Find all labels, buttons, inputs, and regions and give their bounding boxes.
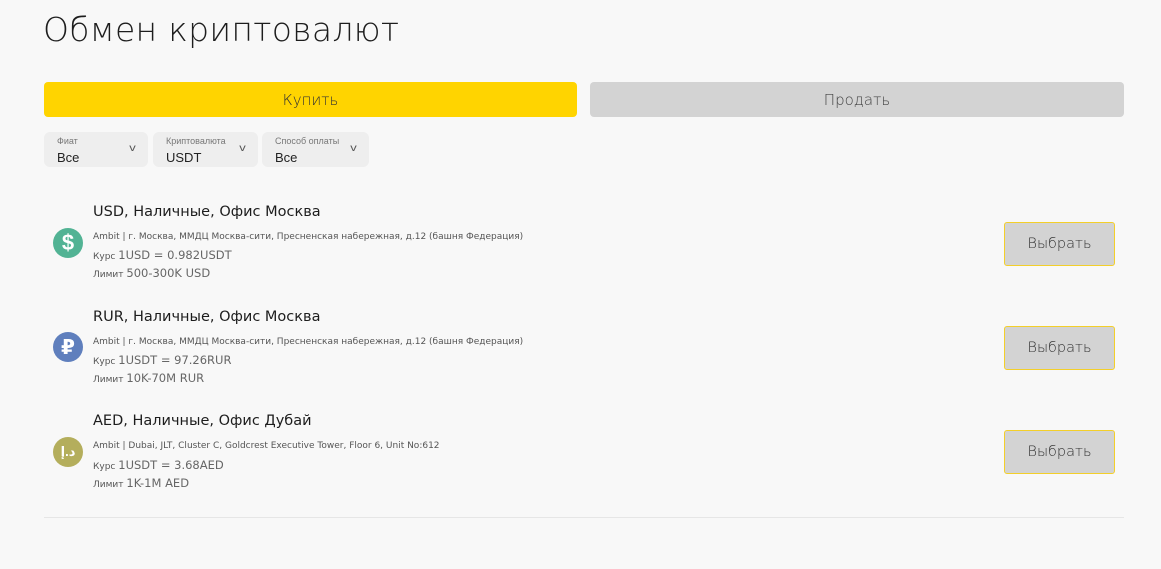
offer-limit: Лимит 500-300K USD <box>93 266 210 280</box>
offer-rate: Курс 1USDT = 97.26RUR <box>93 353 231 367</box>
offer-address: Ambit | Dubai, JLT, Cluster C, Goldcrest… <box>93 441 440 451</box>
chevron-down-icon: v <box>129 143 136 154</box>
offer-address: Ambit | г. Москва, ММДЦ Москва-сити, Пре… <box>93 337 524 347</box>
offer-limit-label: Лимит <box>93 375 124 385</box>
offer-rate-value: 1USD = 0.982USDT <box>118 248 232 262</box>
offer-limit-value: 500-300K USD <box>126 266 211 280</box>
crypto-exchange-page: Обмен криптовалют Купить Продать Фиат Вс… <box>0 0 1161 569</box>
offer-rate-label: Курс <box>93 252 116 262</box>
offer-row: د.إ AED, Наличные, Офис Дубай Ambit | Du… <box>44 413 1124 509</box>
offer-row: $ USD, Наличные, Офис Москва Ambit | г. … <box>44 204 1124 300</box>
tab-sell[interactable]: Продать <box>590 82 1124 117</box>
ruble-icon: ₽ <box>53 332 83 362</box>
offer-title: USD, Наличные, Офис Москва <box>93 204 321 220</box>
payment-method-filter-select[interactable]: Способ оплаты Все v <box>262 132 369 167</box>
offer-limit-value: 1K-1M AED <box>126 476 190 490</box>
offer-title: RUR, Наличные, Офис Москва <box>93 309 321 325</box>
divider <box>44 517 1124 518</box>
fiat-filter-label: Фиат <box>57 136 78 146</box>
offer-rate-label: Курс <box>93 357 116 367</box>
offer-rate-value: 1USDT = 3.68AED <box>118 458 224 472</box>
select-offer-button[interactable]: Выбрать <box>1004 430 1115 474</box>
offer-rate-label: Курс <box>93 462 116 472</box>
payment-method-filter-value: Все <box>275 150 298 165</box>
offer-limit-label: Лимит <box>93 480 124 490</box>
offer-limit-value: 10K-70M RUR <box>126 371 205 385</box>
offer-limit-label: Лимит <box>93 270 124 280</box>
offer-limit: Лимит 1K-1M AED <box>93 476 189 490</box>
payment-method-filter-label: Способ оплаты <box>275 136 340 146</box>
crypto-filter-value: USDT <box>166 150 202 165</box>
page-title: Обмен криптовалют <box>43 10 400 49</box>
crypto-filter-select[interactable]: Криптовалюта USDT v <box>153 132 258 167</box>
offer-title: AED, Наличные, Офис Дубай <box>93 413 312 429</box>
offer-rate: Курс 1USD = 0.982USDT <box>93 248 232 262</box>
offer-limit: Лимит 10K-70M RUR <box>93 371 204 385</box>
offer-row: ₽ RUR, Наличные, Офис Москва Ambit | г. … <box>44 309 1124 405</box>
fiat-filter-value: Все <box>57 150 80 165</box>
offer-rate: Курс 1USDT = 3.68AED <box>93 458 224 472</box>
dollar-icon: $ <box>53 228 83 258</box>
select-offer-button[interactable]: Выбрать <box>1004 326 1115 370</box>
offer-rate-value: 1USDT = 97.26RUR <box>118 353 232 367</box>
chevron-down-icon: v <box>350 143 357 154</box>
crypto-filter-label: Криптовалюта <box>166 136 226 146</box>
fiat-filter-select[interactable]: Фиат Все v <box>44 132 148 167</box>
select-offer-button[interactable]: Выбрать <box>1004 222 1115 266</box>
offer-address: Ambit | г. Москва, ММДЦ Москва-сити, Пре… <box>93 232 524 242</box>
tab-buy[interactable]: Купить <box>44 82 577 117</box>
chevron-down-icon: v <box>239 143 246 154</box>
dirham-icon: د.إ <box>53 437 83 467</box>
